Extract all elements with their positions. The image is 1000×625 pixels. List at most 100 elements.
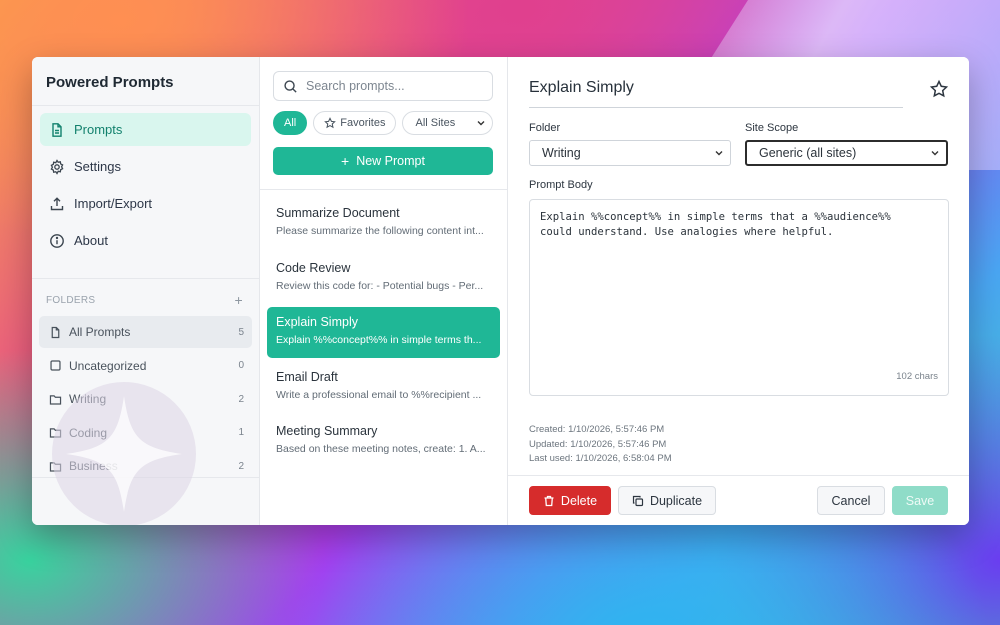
prompt-preview: Write a professional email to %%recipien… (276, 388, 482, 401)
folder-item-writing[interactable]: Writing 2 (39, 383, 252, 415)
folder-label: Uncategorized (69, 358, 147, 373)
prompt-title-input[interactable]: Explain Simply (529, 79, 903, 108)
sidebar-nav: Prompts Settings Import/Export About (32, 106, 259, 268)
star-icon (324, 117, 337, 129)
app-window: Powered Prompts Prompts Settings Import/… (32, 57, 969, 525)
gear-icon (49, 158, 65, 175)
trash-icon (543, 495, 555, 507)
prompt-body-textarea[interactable]: Explain %%concept%% in simple terms that… (529, 199, 949, 396)
prompt-metadata: Created: 1/10/2026, 5:57:46 PM Updated: … (508, 396, 969, 467)
site-scope-select[interactable]: Generic (all sites) (745, 140, 948, 166)
prompt-preview: Explain %%concept%% in simple terms th..… (276, 334, 482, 346)
upload-icon (49, 196, 65, 212)
sidebar: Powered Prompts Prompts Settings Import/… (32, 57, 260, 525)
copy-icon (632, 495, 644, 507)
prompt-list-item-selected[interactable]: Explain Simply Explain %%concept%% in si… (267, 307, 500, 358)
folder-count: 2 (238, 460, 244, 472)
filter-bar: All Favorites All Sites (260, 101, 507, 135)
prompt-list-pane: All Favorites All Sites + New Prompt Sum… (260, 57, 508, 525)
nav-item-label: Prompts (74, 122, 123, 137)
folder-icon (49, 460, 62, 473)
prompt-preview: Please summarize the following content i… (276, 225, 484, 237)
prompt-body-text: Explain %%concept%% in simple terms that… (540, 211, 891, 238)
chevron-down-icon (715, 151, 723, 156)
folder-count: 2 (238, 393, 244, 405)
folder-label: Business (69, 459, 118, 473)
folder-field-label: Folder (529, 122, 561, 134)
prompt-title: Summarize Document (276, 206, 400, 220)
folder-item-all-prompts[interactable]: All Prompts 5 (39, 316, 252, 348)
prompt-list-item[interactable]: Summarize Document Please summarize the … (267, 198, 500, 249)
sites-filter-value: All Sites (415, 117, 456, 129)
folders-header: FOLDERS + (32, 278, 259, 308)
prompt-title: Meeting Summary (276, 424, 378, 438)
cancel-button[interactable]: Cancel (817, 486, 885, 515)
document-icon (49, 326, 62, 339)
prompt-list-item[interactable]: Email Draft Write a professional email t… (267, 362, 500, 413)
plus-icon: + (341, 153, 350, 169)
folder-label: All Prompts (69, 325, 131, 339)
document-icon (49, 122, 65, 138)
folder-count: 5 (238, 326, 244, 338)
prompt-preview: Based on these meeting notes, create: 1.… (276, 443, 486, 455)
prompt-preview: Review this code for: - Potential bugs -… (276, 279, 484, 292)
favorite-star-icon[interactable] (929, 79, 949, 99)
char-count: 102 chars (896, 371, 938, 382)
nav-item-about[interactable]: About (40, 224, 251, 257)
nav-item-label: About (74, 233, 108, 248)
save-button[interactable]: Save (892, 486, 948, 515)
folder-field: Folder Writing (529, 122, 731, 166)
new-prompt-label: New Prompt (356, 154, 425, 168)
sites-filter-select[interactable]: All Sites (402, 111, 493, 135)
delete-label: Delete (560, 493, 598, 508)
info-icon (49, 233, 65, 249)
app-title: Powered Prompts (32, 57, 259, 106)
prompt-title: Explain Simply (276, 315, 358, 329)
folder-item-coding[interactable]: Coding 1 (39, 417, 252, 449)
prompt-list-item[interactable]: Meeting Summary Based on these meeting n… (267, 416, 500, 467)
chevron-down-icon (931, 151, 939, 156)
created-timestamp: Created: 1/10/2026, 5:57:46 PM (529, 424, 665, 435)
updated-timestamp: Updated: 1/10/2026, 5:57:46 PM (529, 438, 667, 450)
filter-favorites-chip[interactable]: Favorites (313, 111, 397, 135)
nav-item-label: Import/Export (74, 196, 153, 211)
prompt-list-item[interactable]: Code Review Review this code for: - Pote… (267, 253, 500, 304)
prompt-editor: Explain Simply Folder Writing Site Scope… (508, 57, 969, 525)
search-icon (284, 79, 297, 93)
prompt-title: Code Review (276, 260, 351, 275)
duplicate-button[interactable]: Duplicate (618, 486, 716, 515)
add-folder-button[interactable]: + (235, 292, 243, 308)
prompt-title: Email Draft (276, 369, 338, 384)
search-input[interactable] (306, 79, 476, 93)
folder-icon (49, 426, 62, 439)
prompt-body-label: Prompt Body (529, 179, 593, 191)
editor-footer: Delete Duplicate Cancel Save (508, 475, 969, 525)
folder-item-uncategorized[interactable]: Uncategorized 0 (39, 350, 252, 382)
folder-select[interactable]: Writing (529, 140, 731, 166)
folders-title: FOLDERS (46, 294, 96, 306)
sidebar-divider (32, 477, 259, 478)
nav-item-settings[interactable]: Settings (40, 150, 251, 183)
folder-list: All Prompts 5 Uncategorized 0 Writing 2 (32, 308, 259, 482)
new-prompt-button[interactable]: + New Prompt (273, 147, 493, 175)
search-box[interactable] (273, 71, 493, 101)
prompt-list: Summarize Document Please summarize the … (260, 190, 507, 467)
square-icon (49, 359, 62, 372)
filter-favorites-label: Favorites (340, 117, 386, 129)
last-used-timestamp: Last used: 1/10/2026, 6:58:04 PM (529, 453, 672, 464)
nav-item-prompts[interactable]: Prompts (40, 113, 251, 146)
site-scope-field: Site Scope Generic (all sites) (745, 122, 948, 166)
folder-count: 1 (238, 427, 244, 438)
duplicate-label: Duplicate (649, 493, 703, 508)
folder-label: Writing (69, 392, 107, 406)
filter-all-chip[interactable]: All (273, 111, 308, 135)
folder-select-value: Writing (542, 146, 581, 160)
folder-count: 0 (238, 360, 244, 371)
folder-label: Coding (69, 425, 108, 440)
chevron-down-icon (477, 121, 485, 126)
delete-button[interactable]: Delete (529, 486, 611, 515)
nav-item-import-export[interactable]: Import/Export (40, 187, 251, 220)
nav-item-label: Settings (74, 159, 121, 174)
site-scope-label: Site Scope (745, 122, 799, 134)
site-scope-value: Generic (all sites) (759, 146, 857, 160)
